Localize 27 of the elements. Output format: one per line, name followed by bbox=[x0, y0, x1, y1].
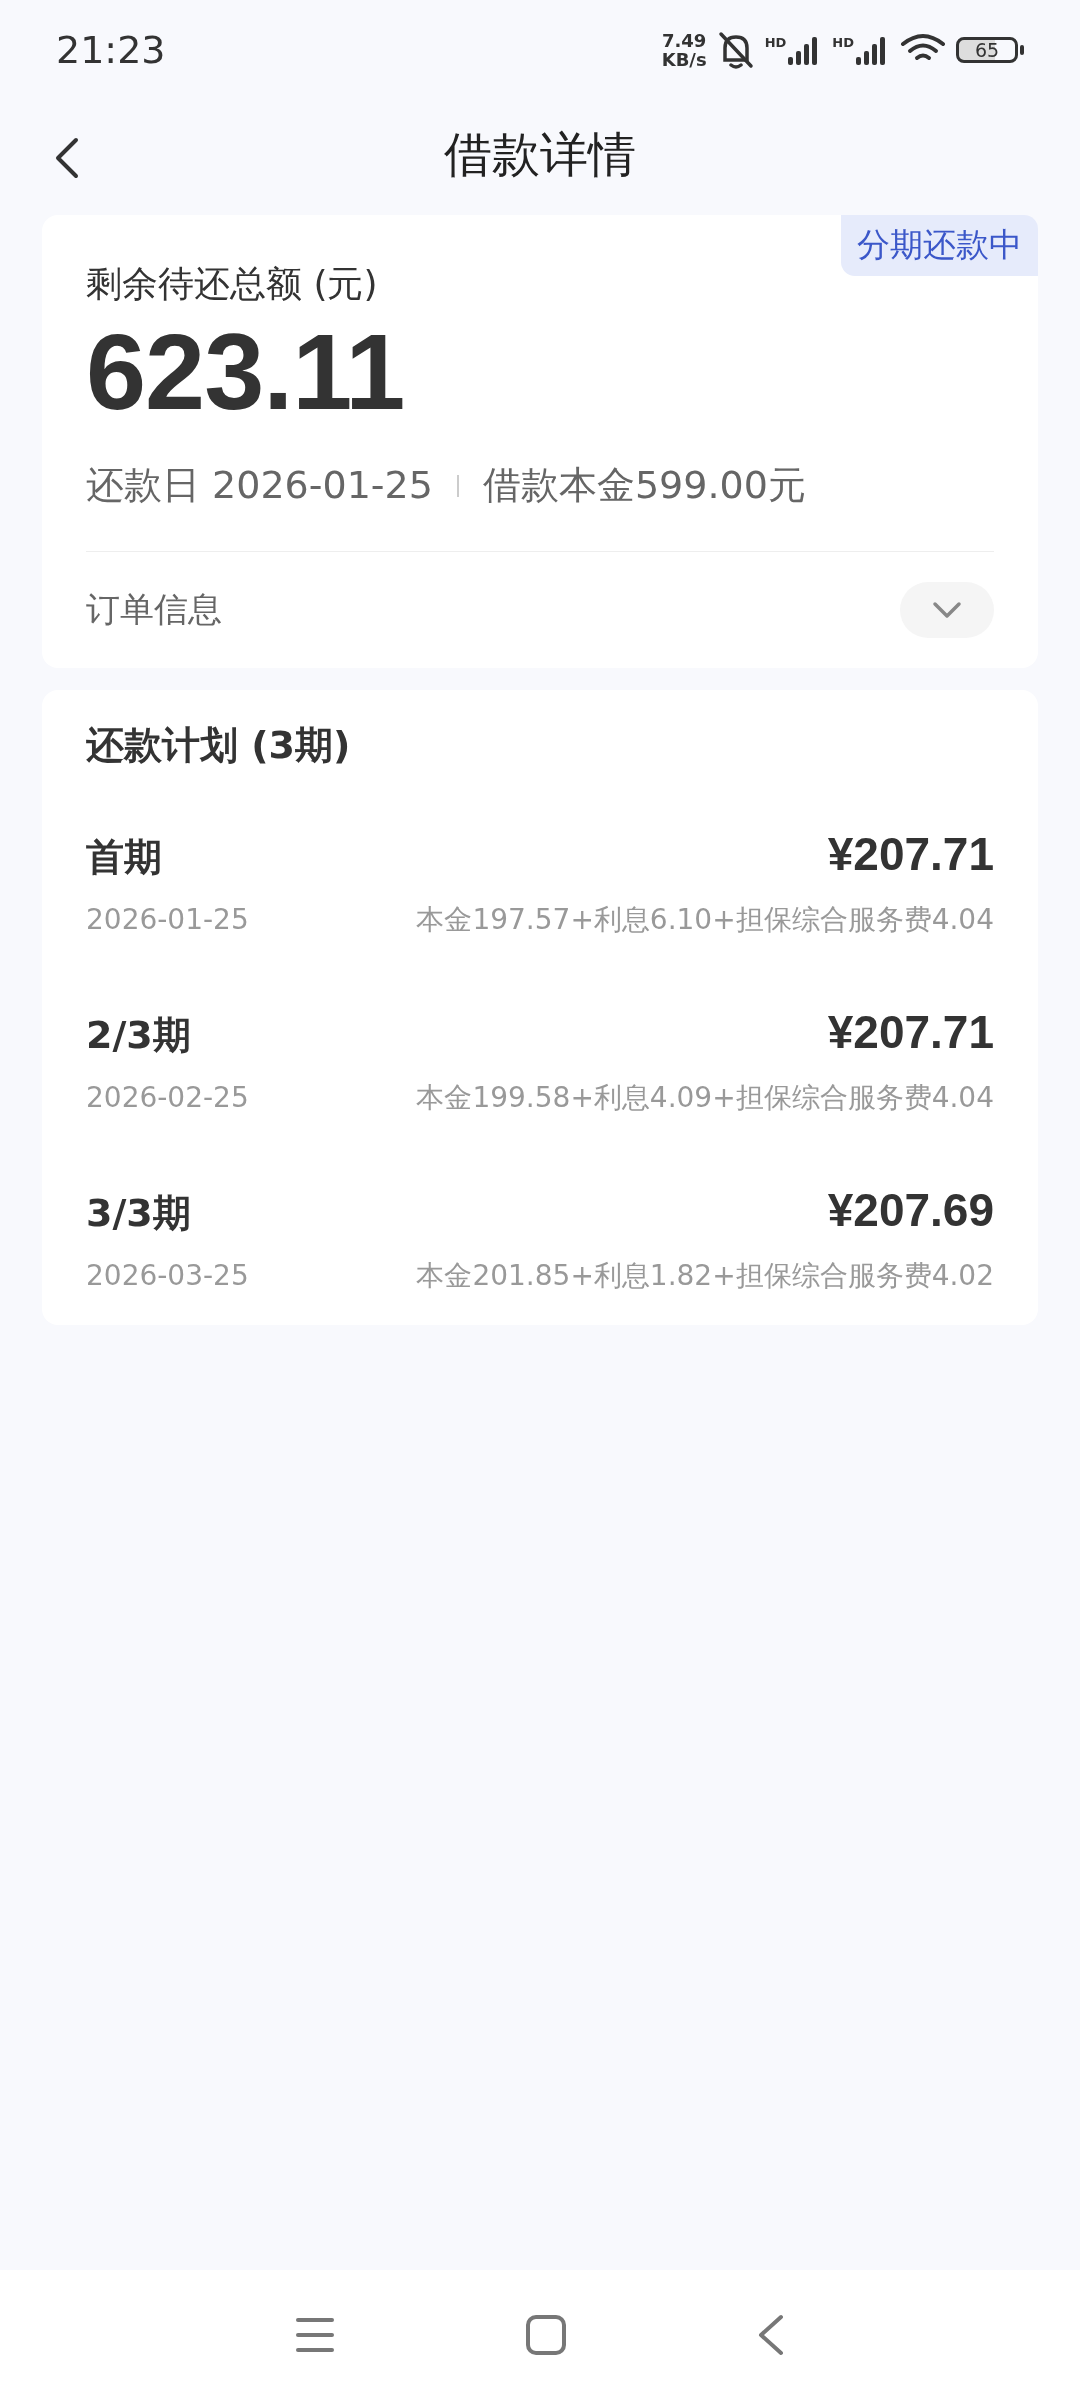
loan-principal: 借款本金599.00元 bbox=[482, 462, 806, 509]
plan-title: 还款计划 (3期) bbox=[86, 722, 351, 769]
installment-breakdown: 本金199.58+利息4.09+担保综合服务费4.04 bbox=[416, 1080, 994, 1116]
installment-date: 2026-02-25 bbox=[86, 1081, 249, 1114]
installment-date: 2026-01-25 bbox=[86, 903, 249, 936]
order-info-label: 订单信息 bbox=[86, 588, 222, 631]
page-title: 借款详情 bbox=[444, 125, 636, 184]
home-button[interactable] bbox=[525, 2314, 567, 2356]
installment-period: 首期 bbox=[86, 834, 162, 881]
installment-amount: ¥207.69 bbox=[827, 1183, 994, 1237]
installment-period: 3/3期 bbox=[86, 1190, 191, 1237]
installment-period: 2/3期 bbox=[86, 1012, 191, 1059]
remaining-amount: 623.11 bbox=[86, 311, 405, 432]
bell-muted-icon bbox=[716, 30, 755, 70]
clock: 21:23 bbox=[56, 28, 166, 72]
menu-button[interactable] bbox=[295, 2316, 335, 2354]
back-nav-button[interactable] bbox=[757, 2314, 785, 2356]
installment-breakdown: 本金201.85+利息1.82+担保综合服务费4.02 bbox=[416, 1258, 994, 1294]
installment-date: 2026-03-25 bbox=[86, 1259, 249, 1292]
installment-amount: ¥207.71 bbox=[827, 827, 994, 881]
chevron-down-icon bbox=[931, 600, 963, 620]
installment-amount: ¥207.71 bbox=[827, 1005, 994, 1059]
installment-breakdown: 本金197.57+利息6.10+担保综合服务费4.04 bbox=[416, 902, 994, 938]
status-badge: 分期还款中 bbox=[841, 215, 1038, 276]
network-speed: 7.49 KB/s bbox=[661, 31, 707, 69]
amount-label: 剩余待还总额 (元) bbox=[86, 262, 378, 306]
due-date: 还款日 2026-01-25 bbox=[86, 462, 433, 509]
